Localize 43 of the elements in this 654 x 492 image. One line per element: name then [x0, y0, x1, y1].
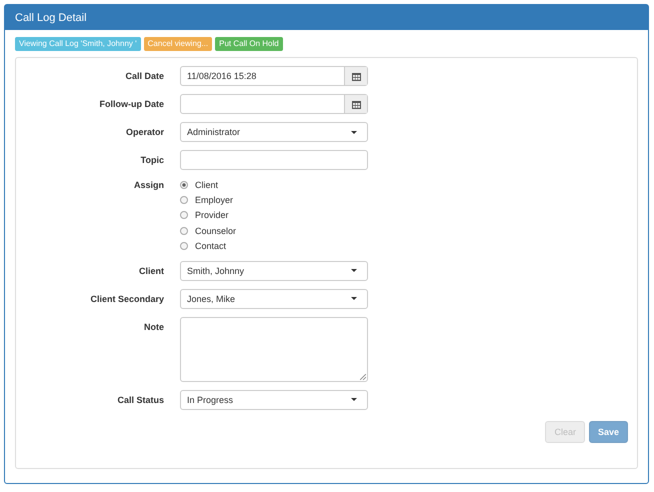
text-field[interactable]: [180, 150, 368, 170]
calendar-icon: [352, 100, 360, 108]
calendar-icon: [352, 72, 360, 80]
field-label: Operator: [124, 126, 165, 139]
dropdown-field[interactable]: Jones, Mike: [180, 288, 368, 309]
field-value: 11/08/2016 15:28: [187, 71, 258, 81]
radio-option[interactable]: Client: [180, 178, 236, 192]
field-label: Topic: [140, 154, 165, 167]
radio-label: Counselor: [195, 226, 236, 236]
radio-option[interactable]: Counselor: [180, 224, 236, 238]
caret-icon: [351, 398, 357, 402]
radio-option[interactable]: Provider: [180, 208, 236, 223]
radio-button[interactable]: [180, 196, 188, 204]
calendar-button[interactable]: [344, 95, 367, 113]
radio-option[interactable]: Contact: [180, 238, 236, 253]
note-field[interactable]: [180, 316, 368, 382]
dropdown-field[interactable]: In Progress: [180, 390, 368, 410]
caret-icon: [351, 269, 357, 272]
caret-icon: [351, 297, 357, 300]
caret-icon: [351, 130, 357, 134]
calendar-button[interactable]: [344, 67, 367, 85]
field-label: Note: [143, 320, 165, 334]
radio-label: Provider: [195, 210, 229, 220]
radio-button[interactable]: [180, 181, 188, 190]
radio-option[interactable]: Employer: [180, 193, 236, 208]
date-field[interactable]: [180, 94, 368, 114]
field-label: Client: [138, 264, 165, 278]
radio-label: Client: [195, 180, 218, 190]
resize-grip-icon: [360, 374, 366, 380]
dropdown-field[interactable]: Administrator: [180, 122, 368, 142]
panel-title: Call Log Detail: [15, 12, 87, 24]
field-label: Call Status: [116, 394, 165, 407]
date-field[interactable]: 11/08/2016 15:28: [180, 66, 368, 86]
field-label: Assign: [132, 179, 165, 192]
field-label: Client Secondary: [89, 292, 165, 306]
radio-button[interactable]: [180, 211, 188, 220]
radio-button[interactable]: [180, 226, 188, 235]
radio-label: Contact: [195, 240, 226, 251]
field-label: Follow-up Date: [98, 98, 165, 111]
field-label: Call Date: [124, 70, 165, 83]
radio-label: Employer: [195, 195, 234, 206]
dropdown-field[interactable]: Smith, Johnny: [180, 260, 368, 281]
radio-button[interactable]: [180, 242, 188, 250]
